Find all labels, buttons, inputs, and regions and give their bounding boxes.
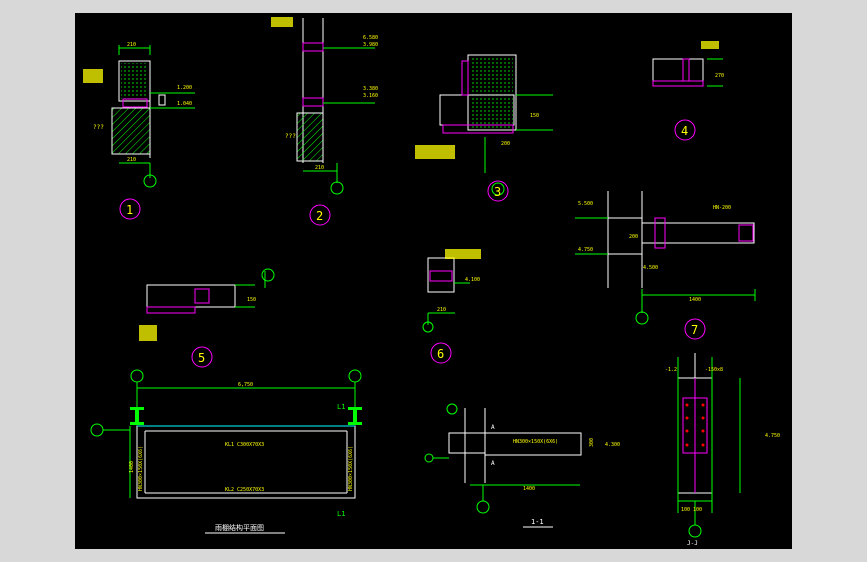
section-a1: A bbox=[491, 424, 495, 431]
detail-1-callout bbox=[83, 69, 103, 83]
detail-3-number: 3 bbox=[494, 185, 501, 199]
plan-view bbox=[90, 369, 362, 499]
d2-elev4: 3.160 bbox=[363, 93, 378, 99]
section-span: 1400 bbox=[523, 486, 535, 492]
plan-hn-right: HN300×150X(6X6) bbox=[348, 446, 354, 491]
d7-elev2: 4.750 bbox=[578, 247, 593, 253]
d6-dim: 210 bbox=[437, 307, 446, 313]
d2-q: ??? bbox=[285, 133, 296, 140]
plan-l1-top: L1 bbox=[337, 403, 345, 411]
d6-elev: 4.100 bbox=[465, 277, 480, 283]
detail-5-number: 5 bbox=[198, 351, 205, 365]
detail-7-number: 7 bbox=[691, 323, 698, 337]
section-title: 1-1 bbox=[531, 518, 544, 526]
section-1-1 bbox=[424, 403, 582, 514]
d1-q: ??? bbox=[93, 124, 104, 131]
column-top: -1.2 bbox=[665, 367, 677, 373]
plan-columns bbox=[130, 407, 362, 425]
column-dims: 100 100 bbox=[681, 507, 702, 513]
detail-4-number: 4 bbox=[681, 124, 688, 138]
d7-hn: HN-200 bbox=[713, 205, 731, 211]
detail-5-callout bbox=[139, 325, 157, 341]
plan-depth: 1400 bbox=[129, 461, 135, 473]
d7-span: 1400 bbox=[689, 297, 701, 303]
d1-bottom-dim: 210 bbox=[127, 157, 136, 163]
detail-1 bbox=[111, 45, 195, 188]
column-rib: -150x8 bbox=[705, 367, 723, 373]
d7-h: 200 bbox=[629, 234, 638, 240]
plan-hn-left: HN300×150X(6X6) bbox=[138, 446, 144, 491]
d2-elev2: 3.980 bbox=[363, 42, 378, 48]
detail-4 bbox=[652, 58, 723, 87]
d2-elev1: 6.580 bbox=[363, 35, 378, 41]
section-beam: HN300×150X(6X6) bbox=[513, 439, 558, 445]
plan-span: 6,750 bbox=[238, 382, 253, 388]
detail-3 bbox=[439, 54, 553, 196]
section-elev: 4.300 bbox=[605, 442, 620, 448]
detail-1-number: 1 bbox=[126, 203, 133, 217]
detail-6-number: 6 bbox=[437, 347, 444, 361]
plan-beam1: KL1 C300X70X3 bbox=[225, 442, 264, 448]
d2-bottom-dim: 210 bbox=[315, 165, 324, 171]
d7-elev1: 5.500 bbox=[578, 201, 593, 207]
d1-elev2: 1.040 bbox=[177, 101, 192, 107]
d5-dim: 150 bbox=[247, 297, 256, 303]
detail-4-callout bbox=[701, 41, 719, 49]
plan-l1-bottom: L1 bbox=[337, 510, 345, 518]
d3-dim1: 200 bbox=[501, 141, 510, 147]
column-elev: 4.750 bbox=[765, 433, 780, 439]
d3-dim2: 150 bbox=[530, 113, 539, 119]
d2-elev3: 3.380 bbox=[363, 86, 378, 92]
d1-elev1: 1.200 bbox=[177, 85, 192, 91]
plan-beam2: KL2 C250X70X3 bbox=[225, 487, 264, 493]
d1-top-dim: 210 bbox=[127, 42, 136, 48]
detail-2-callout bbox=[271, 17, 293, 27]
section-h: 300 bbox=[589, 438, 595, 447]
d7-elev3: 4.500 bbox=[643, 265, 658, 271]
detail-6 bbox=[422, 257, 470, 333]
detail-6-callout bbox=[445, 249, 481, 259]
viewport: 210 210 1.200 1.040 ??? 1 6.580 3.980 3.… bbox=[0, 0, 867, 562]
cad-drawing-canvas[interactable]: 210 210 1.200 1.040 ??? 1 6.580 3.980 3.… bbox=[75, 13, 792, 549]
detail-5 bbox=[146, 268, 275, 314]
cad-drawing: 210 210 1.200 1.040 ??? 1 6.580 3.980 3.… bbox=[83, 17, 780, 547]
d4-dim: 270 bbox=[715, 73, 724, 79]
column-title: J-J bbox=[687, 540, 698, 547]
detail-2-number: 2 bbox=[316, 209, 323, 223]
section-a2: A bbox=[491, 460, 495, 467]
plan-title: 雨棚结构平面图 bbox=[215, 523, 264, 532]
detail-3-callout bbox=[415, 145, 455, 159]
